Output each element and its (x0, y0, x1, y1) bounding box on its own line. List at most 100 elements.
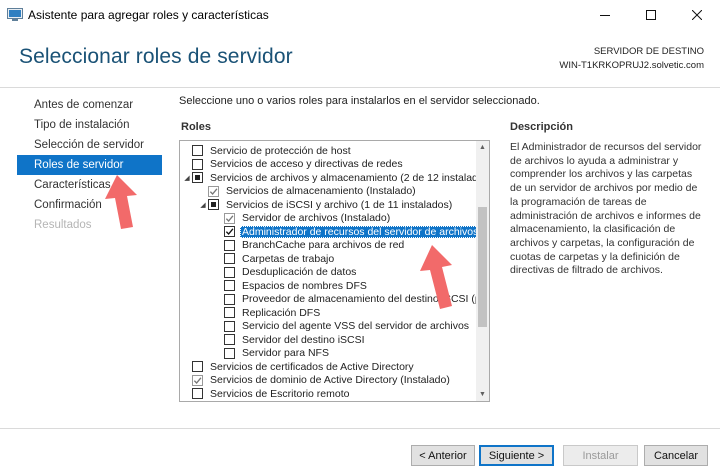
role-label: Servidor de archivos (Instalado) (242, 212, 391, 225)
nav-item-0[interactable]: Antes de comenzar (17, 95, 162, 115)
role-checkbox[interactable] (224, 266, 235, 278)
instruction-text: Seleccione uno o varios roles para insta… (179, 95, 540, 107)
description-heading: Descripción (510, 121, 573, 133)
scroll-up-icon[interactable]: ▲ (476, 141, 489, 154)
nav-item-1[interactable]: Tipo de instalación (17, 115, 162, 135)
nav-item-3[interactable]: Roles de servidor (17, 155, 162, 175)
install-button[interactable]: Instalar (563, 445, 638, 466)
role-checkbox[interactable] (224, 307, 235, 319)
title-bar: Asistente para agregar roles y caracterí… (0, 0, 720, 30)
role-item[interactable]: Servidor para NFS (180, 347, 476, 361)
server-manager-icon (7, 8, 23, 21)
role-checkbox[interactable] (192, 158, 203, 170)
role-checkbox[interactable] (224, 334, 235, 346)
role-label: Servicio del agente VSS del servidor de … (242, 320, 470, 333)
destination-server-name: WIN-T1KRKOPRUJ2.solvetic.com (559, 60, 704, 71)
role-label: Servicios de Escritorio remoto (210, 387, 350, 400)
role-item[interactable]: Servidor de archivos (Instalado) (180, 212, 476, 226)
role-item[interactable]: Servicios de acceso y directivas de rede… (180, 158, 476, 172)
role-label: Carpetas de trabajo (242, 252, 335, 265)
role-label: Servicios de almacenamiento (Instalado) (226, 185, 416, 198)
role-label: BranchCache para archivos de red (242, 239, 405, 252)
close-icon (692, 10, 702, 20)
footer-divider (0, 428, 720, 429)
role-checkbox[interactable] (192, 145, 203, 157)
role-item[interactable]: Servidor del destino iSCSI (180, 333, 476, 347)
role-label: Servicios de acceso y directivas de rede… (210, 158, 403, 171)
destination-server: SERVIDOR DE DESTINO WIN-T1KRKOPRUJ2.solv… (559, 45, 704, 73)
role-checkbox[interactable] (192, 361, 203, 373)
annotation-arrow-icon (105, 175, 137, 229)
minimize-button[interactable] (582, 0, 628, 30)
role-label: Servicios de certificados de Active Dire… (210, 360, 414, 373)
role-item[interactable]: Administrador de recursos del servidor d… (180, 225, 481, 239)
nav-item-2[interactable]: Selección de servidor (17, 135, 162, 155)
role-checkbox (208, 185, 219, 197)
role-checkbox[interactable] (224, 226, 235, 238)
role-checkbox[interactable] (224, 320, 235, 332)
role-label: Servicios de archivos y almacenamiento (… (210, 171, 490, 184)
role-label: Servidor del destino iSCSI (242, 333, 365, 346)
role-checkbox (224, 212, 235, 224)
role-checkbox[interactable] (224, 347, 235, 359)
description-text: El Administrador de recursos del servido… (510, 141, 702, 277)
role-item[interactable]: Servicios de Escritorio remoto (180, 387, 476, 401)
role-item[interactable]: ◢ Servicios de iSCSI y archivo (1 de 11 i… (180, 198, 476, 212)
role-item[interactable]: ◢ Servicios de archivos y almacenamiento … (180, 171, 489, 185)
scroll-down-icon[interactable]: ▼ (476, 388, 489, 401)
role-label: Servidor para NFS (242, 347, 329, 360)
next-button[interactable]: Siguiente > (479, 445, 554, 466)
cancel-button[interactable]: Cancelar (644, 445, 708, 466)
role-label: Servicios de dominio de Active Directory… (210, 374, 450, 387)
role-label: Replicación DFS (242, 306, 321, 319)
role-checkbox[interactable] (224, 293, 235, 305)
header-divider (0, 87, 720, 88)
role-item[interactable]: Servicios de almacenamiento (Instalado) (180, 185, 476, 199)
destination-label: SERVIDOR DE DESTINO (593, 46, 704, 57)
back-button[interactable]: < Anterior (411, 445, 475, 466)
roles-heading: Roles (181, 121, 211, 133)
role-checkbox[interactable] (224, 253, 235, 265)
role-checkbox[interactable] (224, 239, 235, 251)
role-label: Desduplicación de datos (242, 266, 357, 279)
role-checkbox[interactable] (224, 280, 235, 292)
close-button[interactable] (674, 0, 720, 30)
role-checkbox[interactable] (192, 172, 203, 184)
window-title: Asistente para agregar roles y caracterí… (28, 8, 269, 22)
role-item[interactable]: Servicio de protección de host (180, 144, 476, 158)
expand-arrow-icon[interactable]: ◢ (182, 171, 192, 185)
roles-scrollbar[interactable]: ▲ ▼ (476, 141, 489, 401)
expand-arrow-icon[interactable]: ◢ (198, 198, 208, 212)
role-item[interactable]: Servicios de dominio de Active Directory… (180, 374, 476, 388)
minimize-icon (600, 15, 610, 16)
role-item[interactable]: Servicios de certificados de Active Dire… (180, 360, 476, 374)
role-checkbox (192, 374, 203, 386)
maximize-icon (646, 10, 656, 20)
page-title: Seleccionar roles de servidor (19, 45, 293, 68)
role-item[interactable]: Servicio del agente VSS del servidor de … (180, 320, 476, 334)
role-checkbox[interactable] (192, 388, 203, 400)
annotation-arrow-icon (420, 245, 452, 309)
scroll-thumb[interactable] (478, 207, 487, 327)
maximize-button[interactable] (628, 0, 674, 30)
role-checkbox[interactable] (208, 199, 219, 211)
role-label: Servicios de iSCSI y archivo (1 de 11 in… (226, 198, 453, 211)
role-label: Servicio de protección de host (210, 144, 351, 157)
